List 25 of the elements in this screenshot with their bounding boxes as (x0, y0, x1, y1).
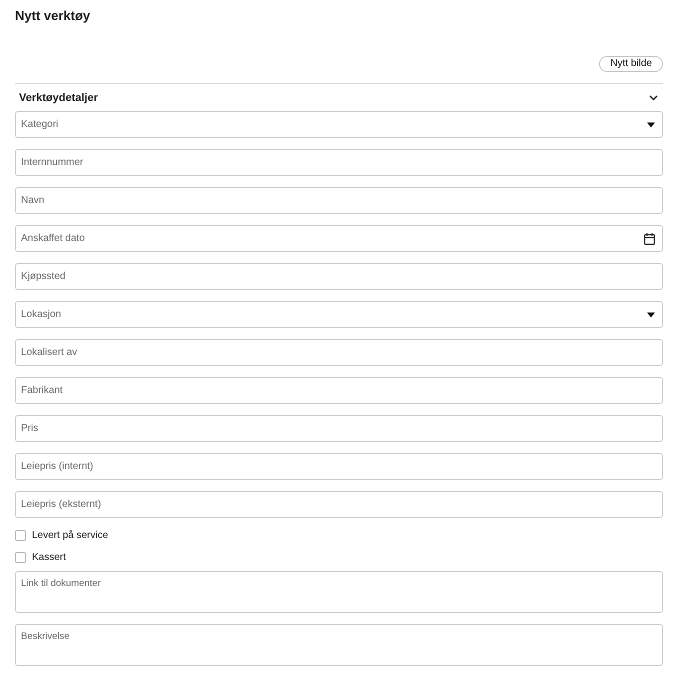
dropdown-arrow-icon (647, 312, 655, 317)
dropdown-field[interactable]: Lokasjon (15, 301, 663, 328)
new-image-button[interactable]: Nytt bilde (599, 56, 663, 72)
text-area[interactable]: Link til dokumenter (15, 571, 663, 613)
text-area[interactable]: Beskrivelse (15, 624, 663, 666)
input-field[interactable]: Leiepris (internt) (15, 453, 663, 480)
input-field[interactable]: Fabrikant (15, 377, 663, 404)
chevron-icon[interactable] (649, 95, 658, 101)
input-field[interactable]: Leiepris (eksternt) (15, 491, 663, 518)
checkbox[interactable] (15, 552, 26, 562)
input-field[interactable]: Pris (15, 415, 663, 442)
page-title: Nytt verktøy (15, 9, 92, 23)
input-field[interactable]: Navn (15, 187, 663, 214)
dropdown-field[interactable]: Kategori (15, 111, 663, 138)
section-title: Verktøydetaljer (19, 92, 98, 104)
checkbox-label: Kassert (32, 552, 66, 562)
input-field[interactable]: Kjøpssted (15, 263, 663, 290)
checkbox[interactable] (15, 530, 26, 540)
date-field[interactable]: Anskaffet dato (15, 225, 663, 252)
dropdown-arrow-icon (647, 122, 655, 127)
checkbox-label: Levert på service (32, 530, 108, 540)
input-field[interactable]: Lokalisert av (15, 339, 663, 366)
section-header[interactable]: Verktøydetaljer (15, 85, 663, 111)
calendar-icon[interactable] (644, 232, 655, 244)
input-field[interactable]: Internnummer (15, 149, 663, 176)
